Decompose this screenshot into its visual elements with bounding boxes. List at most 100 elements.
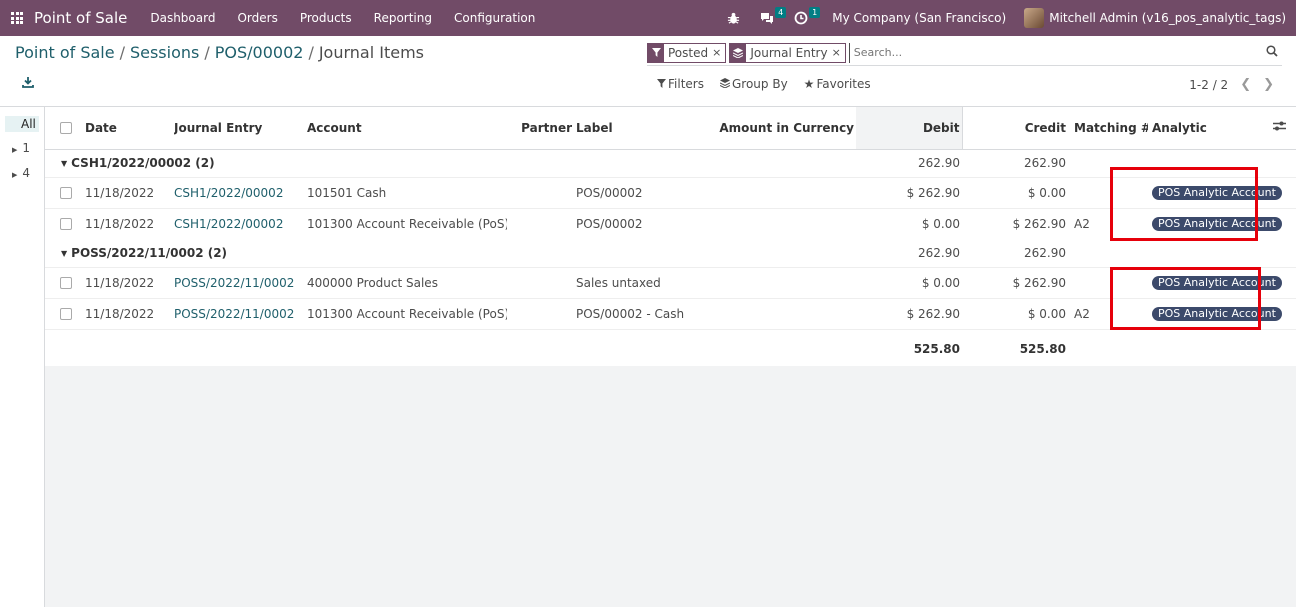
- group-debit-total: 262.90: [918, 156, 960, 170]
- side-item-4[interactable]: ▶ 4: [12, 166, 30, 180]
- journal-side-panel: All ▶ 1 ▶ 4: [0, 107, 45, 607]
- row-select-cell: [45, 176, 79, 208]
- cell-amount-currency: [708, 207, 856, 239]
- search-input[interactable]: [848, 42, 1262, 63]
- column-header-partner[interactable]: Partner: [507, 107, 574, 150]
- column-header-label[interactable]: Label: [574, 107, 708, 150]
- highlight-box: [1110, 167, 1258, 241]
- side-item-1[interactable]: ▶ 1: [12, 141, 30, 155]
- group-by-button[interactable]: Group By: [719, 77, 788, 91]
- group-debit-total: 262.90: [918, 245, 960, 260]
- group-name: POSS/2022/11/0002 (2): [71, 245, 228, 260]
- cell-amount-currency: [708, 176, 856, 208]
- totals-row: 525.80 525.80: [45, 328, 1296, 370]
- cell-date: 11/18/2022: [79, 207, 174, 239]
- cell-amount-currency: [708, 297, 856, 329]
- close-icon[interactable]: ×: [832, 46, 845, 59]
- app-brand[interactable]: Point of Sale: [34, 9, 127, 27]
- group-row[interactable]: ▼ CSH1/2022/00002 (2) 262.90 262.90: [45, 149, 1296, 177]
- column-header-matching[interactable]: Matching #: [1068, 107, 1148, 150]
- table-row[interactable]: 11/18/2022 POSS/2022/11/0002 101300 Acco…: [45, 297, 1296, 329]
- column-header-account[interactable]: Account: [307, 107, 507, 150]
- caret-right-icon: ▶: [12, 171, 18, 179]
- cell-date: 11/18/2022: [79, 176, 174, 208]
- facet-posted[interactable]: Posted ×: [647, 42, 727, 63]
- breadcrumb-sessions[interactable]: Sessions: [130, 43, 199, 62]
- breadcrumb-session[interactable]: POS/00002: [215, 43, 304, 62]
- company-switcher[interactable]: My Company (San Francisco): [832, 11, 1006, 25]
- table-row[interactable]: 11/18/2022 POSS/2022/11/0002 400000 Prod…: [45, 266, 1296, 298]
- select-all-checkbox[interactable]: [60, 122, 72, 135]
- column-header-analytic[interactable]: Analytic: [1148, 107, 1296, 150]
- close-icon[interactable]: ×: [712, 46, 725, 59]
- chevron-left-icon[interactable]: ❮: [1240, 77, 1251, 92]
- filter-icon: [657, 77, 666, 91]
- star-icon: ★: [803, 77, 815, 91]
- row-checkbox[interactable]: [60, 277, 72, 289]
- messaging-chat-icon[interactable]: 4: [756, 0, 787, 36]
- menu-item-reporting[interactable]: Reporting: [363, 11, 443, 25]
- row-select-cell: [45, 297, 79, 329]
- cell-debit: $ 0.00: [856, 207, 962, 239]
- row-checkbox[interactable]: [60, 218, 72, 231]
- cell-journal-entry[interactable]: POSS/2022/11/0002: [174, 297, 307, 329]
- row-checkbox[interactable]: [60, 308, 72, 320]
- journal-items-table: Date Journal Entry Account Partner Label…: [45, 107, 1296, 370]
- side-item-all[interactable]: All: [5, 116, 39, 132]
- cell-debit: $ 262.90: [856, 176, 962, 208]
- cell-date: 11/18/2022: [79, 266, 174, 298]
- cell-account: 101300 Account Receivable (PoS): [307, 297, 507, 329]
- group-name-cell: ▼ CSH1/2022/00002 (2): [45, 149, 307, 177]
- menu-item-dashboard[interactable]: Dashboard: [139, 11, 226, 25]
- row-select-cell: [45, 207, 79, 239]
- group-row[interactable]: ▼ POSS/2022/11/0002 (2) 262.90 262.90: [45, 239, 1296, 267]
- favorites-button[interactable]: ★ Favorites: [804, 77, 871, 91]
- caret-right-icon: ▶: [12, 146, 18, 154]
- column-header-date[interactable]: Date: [79, 107, 174, 150]
- facet-label: Journal Entry: [750, 45, 828, 60]
- facet-journal-entry[interactable]: Journal Entry ×: [729, 42, 846, 63]
- group-by-label: Group By: [731, 77, 788, 91]
- filter-icon: [648, 43, 664, 62]
- cell-date: 11/18/2022: [79, 297, 174, 329]
- cell-credit: $ 0.00: [962, 297, 1068, 329]
- column-header-debit[interactable]: Debit: [856, 107, 963, 150]
- menu-item-orders[interactable]: Orders: [226, 11, 288, 25]
- cell-label: POS/00002: [574, 207, 708, 239]
- chevron-right-icon[interactable]: ❯: [1263, 77, 1274, 92]
- total-credit: 525.80: [962, 328, 1068, 370]
- layers-icon: [719, 77, 731, 91]
- user-menu[interactable]: Mitchell Admin (v16_pos_analytic_tags): [1024, 8, 1286, 28]
- table-row[interactable]: 11/18/2022 CSH1/2022/00002 101300 Accoun…: [45, 207, 1296, 239]
- filters-button[interactable]: Filters: [657, 77, 704, 91]
- total-debit: 525.80: [856, 328, 962, 370]
- download-icon[interactable]: [22, 76, 36, 90]
- systray: 4 1 My Company (San Francisco) Mitchell …: [722, 0, 1296, 36]
- page-title: Journal Items: [318, 43, 425, 62]
- menu-item-products[interactable]: Products: [289, 11, 363, 25]
- cell-account: 400000 Product Sales: [307, 266, 507, 298]
- menu-item-configuration[interactable]: Configuration: [443, 11, 546, 25]
- cell-journal-entry[interactable]: CSH1/2022/00002: [174, 176, 307, 208]
- cell-journal-entry[interactable]: CSH1/2022/00002: [174, 207, 307, 239]
- column-header-amount-currency[interactable]: Amount in Currency: [708, 107, 856, 150]
- journal-items-list: Date Journal Entry Account Partner Label…: [45, 107, 1296, 370]
- column-header-credit[interactable]: Credit: [962, 107, 1068, 150]
- row-checkbox[interactable]: [60, 187, 72, 199]
- group-credit-total: 262.90: [1024, 156, 1066, 170]
- cell-journal-entry[interactable]: POSS/2022/11/0002: [174, 266, 307, 298]
- breadcrumb-point-of-sale[interactable]: Point of Sale: [15, 43, 115, 62]
- breadcrumb-separator: /: [204, 43, 210, 62]
- breadcrumb: Point of Sale / Sessions / POS/00002/Journal…: [15, 43, 424, 62]
- group-name: CSH1/2022/00002 (2): [71, 156, 215, 170]
- table-row[interactable]: 11/18/2022 CSH1/2022/00002 101501 Cash P…: [45, 176, 1296, 208]
- pager: 1-2 / 2 ❮ ❯: [1189, 77, 1274, 92]
- column-header-journal-entry[interactable]: Journal Entry: [174, 107, 307, 150]
- side-item-label: 1: [22, 141, 31, 155]
- pager-value[interactable]: 1-2 / 2: [1189, 78, 1228, 92]
- activity-clock-icon[interactable]: 1: [790, 0, 821, 36]
- optional-columns-icon[interactable]: [1273, 120, 1286, 135]
- search-icon[interactable]: [1262, 44, 1282, 61]
- apps-menu-icon[interactable]: [0, 0, 34, 36]
- debug-bug-icon[interactable]: [722, 0, 744, 36]
